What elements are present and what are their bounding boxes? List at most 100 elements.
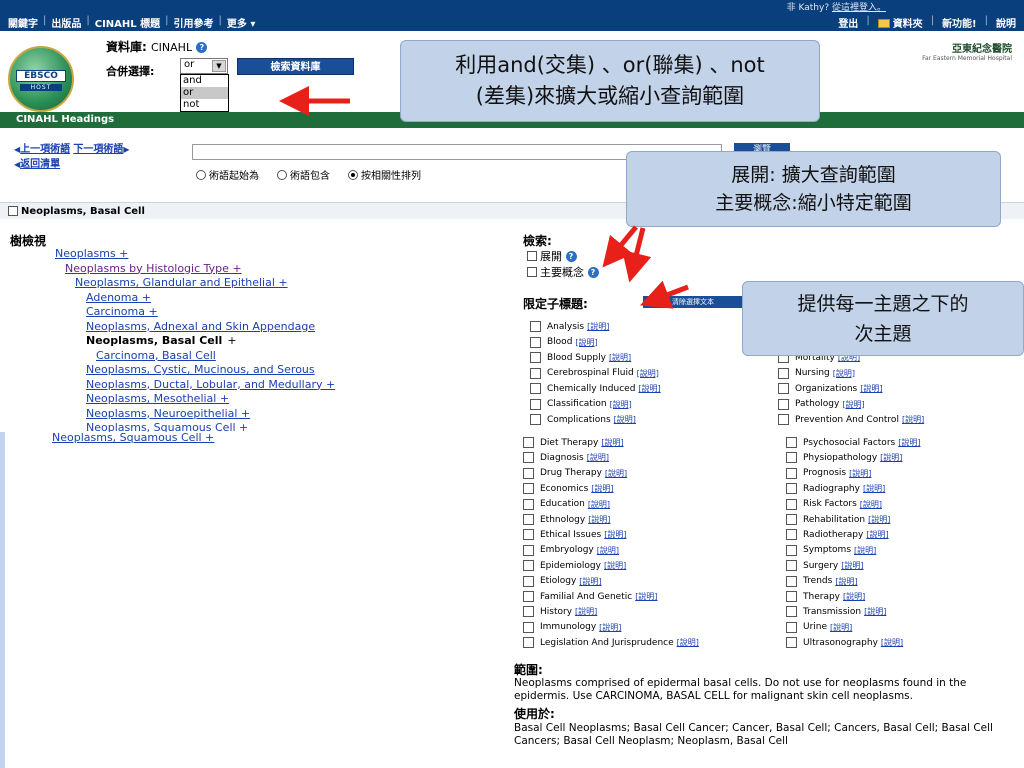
tree-node[interactable]: Neoplasms, Glandular and Epithelial + — [75, 276, 288, 291]
combine-option-and[interactable]: and — [181, 75, 228, 87]
new-features-link[interactable]: 新功能! — [942, 15, 977, 30]
subheading-checkbox[interactable] — [786, 529, 797, 541]
explain-link[interactable]: [說明] — [841, 560, 863, 571]
subheading-checkbox[interactable] — [786, 544, 797, 556]
major-concept-option[interactable]: 主要概念 ? — [527, 264, 599, 280]
subheading-item[interactable]: Cerebrospinal Fluid [說明] — [530, 367, 659, 379]
explain-link[interactable]: [說明] — [833, 368, 855, 379]
next-term-link[interactable]: 下一項術語 — [73, 144, 123, 155]
subheading-item[interactable]: Psychosocial Factors [說明] — [786, 437, 920, 448]
tree-node-link[interactable]: Neoplasms, Glandular and Epithelial + — [75, 276, 288, 289]
subheading-item[interactable]: Immunology [說明] — [523, 621, 621, 633]
explain-link[interactable]: [說明] — [635, 591, 657, 602]
subheading-item[interactable]: Drug Therapy [說明] — [523, 467, 627, 479]
subheading-item[interactable]: Prevention And Control [說明] — [778, 414, 924, 425]
subheading-item[interactable]: Education [說明] — [523, 498, 610, 510]
explain-link[interactable]: [說明] — [591, 483, 613, 494]
subheading-checkbox[interactable] — [530, 352, 541, 363]
explode-checkbox[interactable] — [527, 251, 537, 261]
explain-link[interactable]: [說明] — [868, 514, 890, 525]
subheading-checkbox[interactable] — [523, 560, 534, 572]
explain-link[interactable]: [說明] — [864, 606, 886, 617]
nav-cinahl-headings[interactable]: CINAHL 標題 — [95, 15, 160, 30]
subheading-checkbox[interactable] — [523, 544, 534, 556]
subheading-checkbox[interactable] — [523, 529, 534, 541]
subheading-item[interactable]: Organizations [說明] — [778, 383, 882, 394]
subheading-item[interactable]: Diagnosis [說明] — [523, 452, 609, 464]
logout-link[interactable]: 登出 — [838, 15, 858, 30]
tree-node[interactable]: Neoplasms + — [55, 247, 128, 262]
radio-relevancy[interactable]: 按相關性排列 — [348, 167, 421, 182]
subheading-checkbox[interactable] — [786, 498, 797, 510]
search-database-button[interactable]: 檢索資料庫 — [237, 58, 354, 75]
tree-node[interactable]: Adenoma + — [86, 291, 151, 306]
subheading-checkbox[interactable] — [523, 467, 534, 479]
tree-node[interactable]: Carcinoma, Basal Cell — [96, 349, 216, 364]
tree-node-link[interactable]: Neoplasms, Squamous Cell + — [52, 431, 214, 444]
subheading-checkbox[interactable] — [786, 621, 797, 633]
explain-link[interactable]: [說明] — [881, 637, 903, 648]
subheading-item[interactable]: Trends [說明] — [786, 575, 858, 587]
explain-link[interactable]: [說明] — [866, 529, 888, 540]
explain-link[interactable]: [說明] — [609, 352, 631, 363]
explain-link[interactable]: [說明] — [588, 514, 610, 525]
nav-more[interactable]: 更多 ▾ — [227, 15, 256, 30]
subheading-checkbox[interactable] — [786, 483, 797, 495]
subheading-item[interactable]: Etiology [說明] — [523, 575, 602, 587]
clear-selection-button[interactable]: 清除選擇文本 — [643, 296, 743, 308]
subheading-checkbox[interactable] — [778, 414, 789, 425]
subheading-checkbox[interactable] — [786, 514, 797, 525]
subheading-item[interactable]: Nursing [說明] — [778, 367, 855, 379]
subheading-checkbox[interactable] — [786, 452, 797, 464]
combine-option-or[interactable]: or — [181, 87, 228, 99]
tree-node-link[interactable]: Neoplasms, Adnexal and Skin Appendage — [86, 320, 315, 333]
term-checkbox[interactable] — [8, 206, 18, 216]
subheading-checkbox[interactable] — [778, 383, 789, 394]
subheading-checkbox[interactable] — [786, 637, 797, 649]
explain-link[interactable]: [說明] — [860, 383, 882, 394]
explain-link[interactable]: [說明] — [614, 414, 636, 425]
folder-link[interactable]: 資料夾 — [877, 15, 923, 30]
subheading-item[interactable]: Ultrasonography [說明] — [786, 637, 903, 649]
explain-link[interactable]: [說明] — [575, 337, 597, 348]
tree-node-link[interactable]: Neoplasms by Histologic Type + — [65, 262, 242, 275]
explain-link[interactable]: [說明] — [638, 383, 660, 394]
tree-node-link[interactable]: Neoplasms + — [55, 247, 128, 260]
radio-selected-icon[interactable] — [348, 169, 358, 180]
subheading-checkbox[interactable] — [530, 383, 541, 394]
subheading-item[interactable]: Analysis [說明] — [530, 321, 609, 332]
subheading-item[interactable]: Radiotherapy [說明] — [786, 529, 889, 541]
subheading-item[interactable]: Surgery [說明] — [786, 560, 864, 572]
subheading-checkbox[interactable] — [778, 367, 789, 379]
subheading-item[interactable]: Ethnology [說明] — [523, 514, 610, 525]
explode-option[interactable]: 展開 ? — [527, 248, 577, 264]
subheading-checkbox[interactable] — [786, 437, 797, 448]
subheading-checkbox[interactable] — [523, 621, 534, 633]
login-link[interactable]: 從這裡登入。 — [832, 3, 886, 13]
subheading-item[interactable]: Risk Factors [說明] — [786, 498, 882, 510]
explain-link[interactable]: [說明] — [898, 437, 920, 448]
subheading-checkbox[interactable] — [523, 452, 534, 464]
subheading-item[interactable]: Chemically Induced [說明] — [530, 383, 661, 394]
subheading-checkbox[interactable] — [523, 498, 534, 510]
subheading-checkbox[interactable] — [523, 514, 534, 525]
tree-node[interactable]: Neoplasms by Histologic Type + — [65, 262, 242, 277]
tree-node-link[interactable]: Neoplasms, Cystic, Mucinous, and Serous — [86, 363, 315, 376]
explain-link[interactable]: [說明] — [842, 399, 864, 410]
subheading-item[interactable]: Diet Therapy [說明] — [523, 437, 624, 448]
tree-node-link[interactable]: Adenoma + — [86, 291, 151, 304]
explain-link[interactable]: [說明] — [830, 622, 852, 633]
explain-link[interactable]: [說明] — [604, 560, 626, 571]
explain-link[interactable]: [說明] — [863, 483, 885, 494]
subheading-item[interactable]: Rehabilitation [說明] — [786, 514, 890, 525]
explain-link[interactable]: [說明] — [677, 637, 699, 648]
back-to-list-link[interactable]: 返回清單 — [20, 159, 60, 170]
subheading-item[interactable]: Therapy [說明] — [786, 591, 865, 602]
subheading-item[interactable]: Radiography [說明] — [786, 483, 885, 495]
radio-icon[interactable] — [277, 169, 287, 180]
subheading-checkbox[interactable] — [778, 398, 789, 410]
subheading-item[interactable]: Economics [說明] — [523, 483, 614, 495]
help-icon[interactable]: ? — [565, 250, 577, 262]
subheading-checkbox[interactable] — [523, 591, 534, 602]
subheading-checkbox[interactable] — [530, 321, 541, 332]
